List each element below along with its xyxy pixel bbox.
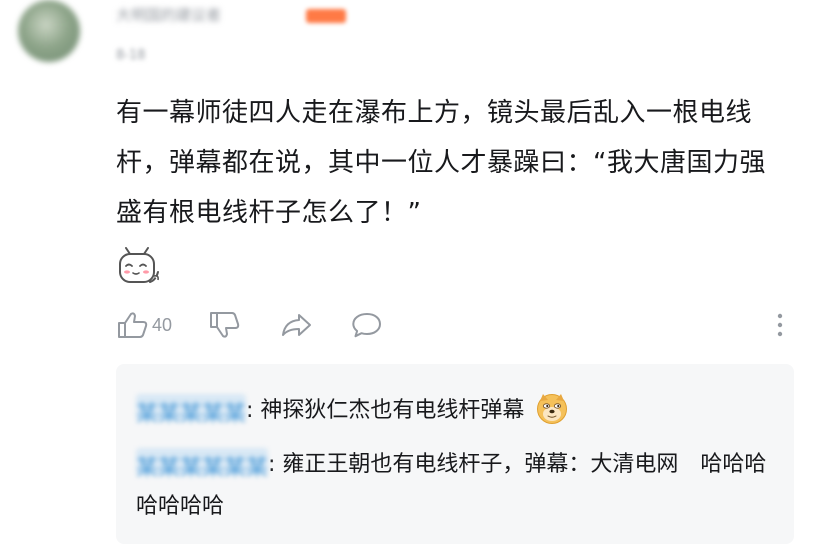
share-arrow-icon [282,314,312,336]
dislike-button[interactable] [208,308,242,342]
reply-item: 某某某某某: 神探狄仁杰也有电线杆弹幕 [136,390,776,432]
doge-emoji-icon [537,394,568,424]
reply-item: 某某某某某某: 雍正王朝也有电线杆子，弹幕：大清电网 哈哈哈哈哈哈哈 [136,444,776,528]
level-badge [306,9,346,23]
share-button[interactable] [280,308,314,342]
thumb-down-icon [210,312,240,338]
thumb-up-icon [118,312,148,338]
like-button[interactable]: 40 [116,308,172,342]
speech-bubble-icon [352,313,382,338]
more-vertical-icon[interactable] [770,310,790,340]
comment-text: 有一幕师徒四人走在瀑布上方，镜头最后乱入一根电线杆，弹幕都在说，其中一位人才暴躁… [116,98,766,228]
comment-time: 8-18 [116,48,146,63]
like-count: 40 [152,314,173,335]
reply-button[interactable] [350,308,384,342]
shy-tv-emoji-icon [119,247,159,283]
comment-username[interactable]: 大明国的建议者 [116,4,221,24]
avatar[interactable] [18,0,80,62]
reply-username[interactable]: 某某某某某 [136,394,247,427]
comment-actions: 40 [116,308,384,342]
reply-text: 神探狄仁杰也有电线杆弹幕 [260,398,525,423]
reply-section: 某某某某某: 神探狄仁杰也有电线杆弹幕 某某某某某某: 雍正王朝也有电线杆子，弹… [116,364,794,544]
reply-username[interactable]: 某某某某某某 [136,448,269,481]
